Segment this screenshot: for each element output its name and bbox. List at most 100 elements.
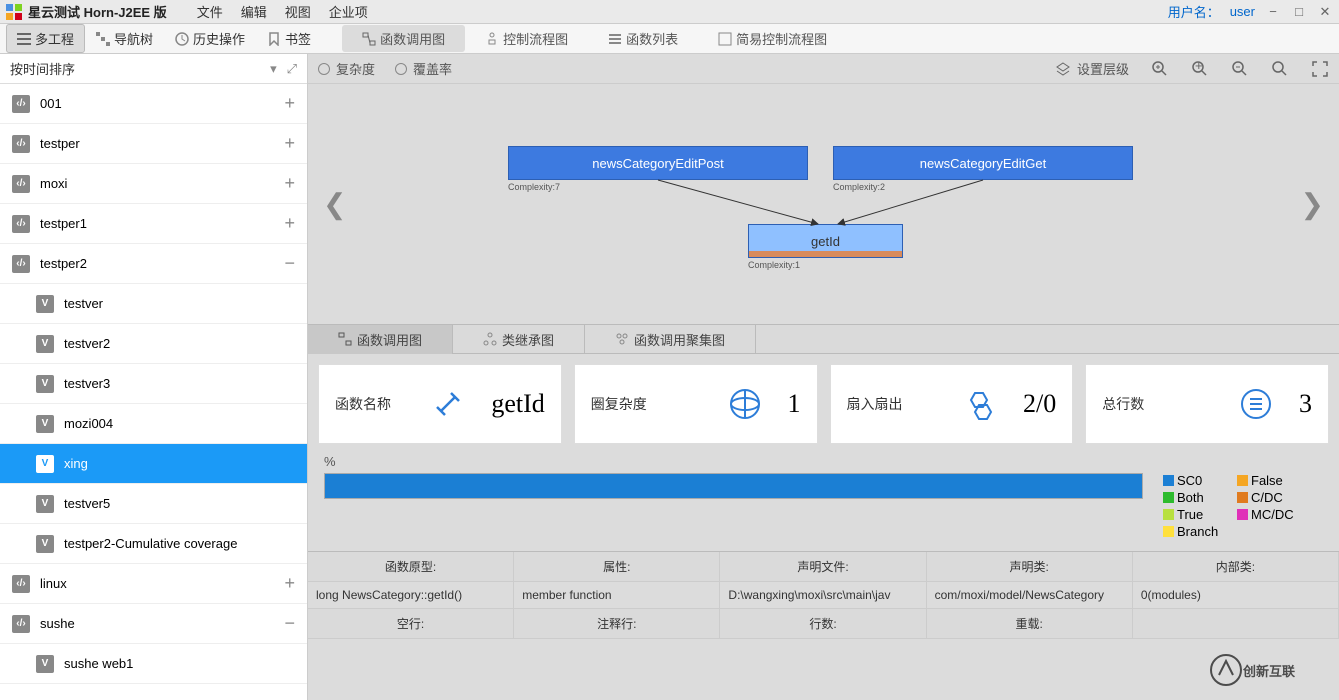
user-label: 用户名： [1168,2,1220,21]
graph-node-getid[interactable]: getId [748,224,903,258]
zoom-in-icon[interactable] [1151,60,1169,78]
radio-coverage[interactable]: 覆盖率 [395,59,452,78]
tree-item[interactable]: Vtestver3 [0,364,307,404]
expand-toggle-icon[interactable]: + [284,133,295,154]
toolbar-bookmark[interactable]: 书签 [256,24,322,53]
sort-bar[interactable]: 按时间排序 ▾ ⤢ [0,54,307,84]
graph-edges [308,84,1339,324]
tree-label: xing [64,456,88,471]
legend-item: Branch [1163,524,1233,539]
radio-complexity[interactable]: 复杂度 [318,59,375,78]
tree-label: testper1 [40,216,87,231]
sidebar: 按时间排序 ▾ ⤢ ‹/›001+‹/›testper+‹/›moxi+‹/›t… [0,54,308,700]
table-header: 属性: [514,552,720,582]
expand-toggle-icon[interactable]: + [284,93,295,114]
tree-item[interactable]: Vxing [0,444,307,484]
tree-item[interactable]: ‹/› sushe − [0,604,307,644]
toolbar-history[interactable]: 历史操作 [164,24,256,53]
legend-item: SC0 [1163,473,1233,488]
subtab-call-graph[interactable]: 函数调用图 [308,325,453,354]
legend: SC0FalseBothC/DCTrueMC/DCBranch [1163,473,1323,541]
tree-label: moxi [40,176,67,191]
layer-setting[interactable]: 设置层级 [1055,59,1129,78]
project-icon: ‹/› [12,215,30,233]
toolbar-multi-project[interactable]: 多工程 [6,24,85,53]
expand-toggle-icon[interactable]: − [284,253,295,274]
tab-control-flow[interactable]: 控制流程图 [465,25,588,52]
prev-arrow-icon[interactable]: ❮ [323,188,346,221]
version-icon: V [36,495,54,513]
tree-item[interactable]: Vtestver5 [0,484,307,524]
close-icon[interactable]: ✕ [1317,4,1333,20]
tree-item[interactable]: ‹/›001+ [0,84,307,124]
tree-item[interactable]: Vmozi004 [0,404,307,444]
tree-item[interactable]: ‹/›testper+ [0,124,307,164]
version-icon: V [36,335,54,353]
expand-toggle-icon[interactable]: + [284,573,295,594]
inherit-icon [483,332,497,346]
tree-item[interactable]: Vtestper2-Cumulative coverage [0,524,307,564]
legend-swatch [1163,526,1174,537]
version-icon: V [36,535,54,553]
bookmark-icon [267,32,281,46]
tab-func-list[interactable]: 函数列表 [588,25,698,52]
expand-toggle-icon[interactable]: + [284,173,295,194]
content-area: 复杂度 覆盖率 设置层级 + ❮ ❯ newsCategoryEditPost … [308,54,1339,700]
tree-item[interactable]: Vtestver2 [0,324,307,364]
graph-canvas[interactable]: ❮ ❯ newsCategoryEditPost Complexity:7 ne… [308,84,1339,324]
tab-simple-flow[interactable]: 简易控制流程图 [698,25,847,52]
subtab-cluster[interactable]: 函数调用聚集图 [585,325,756,354]
toolbar-nav-tree[interactable]: 导航树 [85,24,164,53]
menu-edit[interactable]: 编辑 [241,2,267,21]
fullscreen-icon[interactable] [1311,60,1329,78]
next-arrow-icon[interactable]: ❯ [1301,188,1324,221]
clock-icon [175,32,189,46]
project-icon: ‹/› [12,95,30,113]
tree-item[interactable]: ‹/› testper1 + [0,204,307,244]
table-cell: D:\wangxing\moxi\src\main\jav [720,582,926,609]
tree-label: testver [64,296,103,311]
maximize-icon[interactable]: □ [1291,4,1307,20]
tab-call-graph[interactable]: 函数调用图 [342,25,465,52]
menu-file[interactable]: 文件 [197,2,223,21]
expand-toggle-icon[interactable]: − [284,613,295,634]
tree-item[interactable]: ‹/›testper2− [0,244,307,284]
project-icon: ‹/› [12,135,30,153]
table-header: 空行: [308,609,514,639]
expand-toggle-icon[interactable]: + [284,213,295,234]
tree-label: mozi004 [64,416,113,431]
zoom-out-icon[interactable] [1231,60,1249,78]
tree-item[interactable]: Vsushe web1 [0,644,307,684]
legend-swatch [1237,509,1248,520]
table-header: 注释行: [514,609,720,639]
menu-view[interactable]: 视图 [285,2,311,21]
app-title: 星云测试 Horn-J2EE 版 [28,2,167,21]
expand-icon[interactable]: ⤢ [287,61,297,77]
tree-item[interactable]: ‹/› moxi + [0,164,307,204]
zoom-plus-icon[interactable]: + [1191,60,1209,78]
list-icon [17,32,31,46]
version-icon: V [36,375,54,393]
watermark-icon [1209,653,1243,687]
legend-item: Both [1163,490,1233,505]
user-name: user [1230,4,1255,19]
minimize-icon[interactable]: − [1265,4,1281,20]
dropdown-icon[interactable]: ▾ [270,61,277,77]
tree-label: sushe [40,616,75,631]
project-icon: ‹/› [12,175,30,193]
complexity-label: Complexity:1 [748,260,800,270]
table-header: 行数: [720,609,926,639]
graph-node-editpost[interactable]: newsCategoryEditPost [508,146,808,180]
table-header: 声明类: [927,552,1133,582]
legend-item: False [1237,473,1307,488]
project-icon: ‹/› [12,615,30,633]
list2-icon [608,32,622,46]
menu-enterprise[interactable]: 企业项 [329,2,368,21]
subtab-inheritance[interactable]: 类继承图 [453,325,585,354]
graph-node-editget[interactable]: newsCategoryEditGet [833,146,1133,180]
search-icon[interactable] [1271,60,1289,78]
tree-item[interactable]: Vtestver [0,284,307,324]
tree-item[interactable]: ‹/›linux+ [0,564,307,604]
version-icon: V [36,295,54,313]
graph2-icon [338,332,352,346]
